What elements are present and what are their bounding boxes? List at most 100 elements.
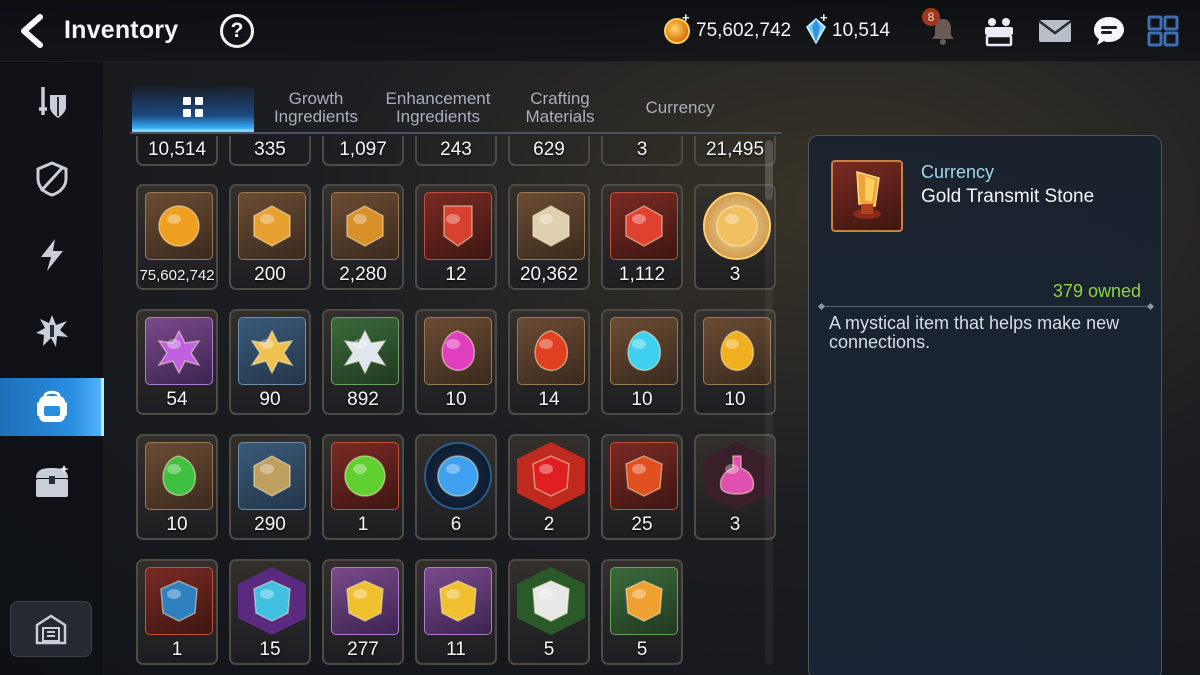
inventory-item[interactable]: 10 [415, 309, 497, 415]
item-count: 2 [543, 514, 555, 535]
back-arrow-icon [21, 14, 43, 48]
party-button[interactable] [980, 12, 1018, 50]
item-owned-count: 379 owned [1052, 281, 1141, 301]
item-frame [703, 442, 771, 510]
sidebar-item-chest[interactable] [0, 454, 104, 512]
chat-button[interactable] [1090, 12, 1128, 50]
inventory-item[interactable]: 2,280 [322, 184, 404, 290]
equipment-icon [39, 87, 66, 118]
inventory-item[interactable]: 277 [322, 559, 404, 665]
item-shape [439, 580, 477, 622]
inventory-item[interactable]: 54 [136, 309, 218, 415]
item-count: 90 [259, 389, 281, 410]
inventory-item[interactable]: 3 [694, 184, 776, 290]
item-shape [158, 205, 200, 247]
inventory-item[interactable]: 290 [229, 434, 311, 540]
item-count: 6 [450, 514, 462, 535]
main-menu-button[interactable] [1144, 12, 1182, 50]
item-highlight [260, 339, 274, 349]
inventory-item[interactable]: 75,602,742 [136, 184, 218, 290]
mail-button[interactable] [1036, 12, 1074, 50]
inventory-item[interactable]: 892 [322, 309, 404, 415]
inventory-item[interactable]: 11 [415, 559, 497, 665]
partial-item-cell[interactable] [229, 136, 311, 166]
gold-amount: 75,602,742 [696, 20, 792, 41]
tab-currency[interactable]: Currency [630, 84, 730, 132]
item-count: 5 [543, 639, 555, 660]
circuit-orb-icon [437, 455, 479, 497]
item-frame [424, 192, 492, 260]
inventory-item[interactable]: 10 [694, 309, 776, 415]
sidebar-item-special[interactable] [0, 302, 104, 360]
tab-enhancement-line2: Ingredients [395, 107, 481, 126]
sidebar-item-catalyst[interactable] [0, 226, 104, 284]
item-count: 25 [631, 514, 653, 535]
inventory-item[interactable]: 10 [136, 434, 218, 540]
partial-item-cell[interactable] [136, 136, 218, 166]
chest-icon [36, 465, 69, 497]
item-frame [238, 567, 306, 635]
item-count: 892 [347, 389, 379, 410]
blue-hammer-stone-icon [160, 580, 198, 622]
inventory-item[interactable]: 200 [229, 184, 311, 290]
item-shape [253, 205, 291, 247]
inventory-item[interactable]: 1 [136, 559, 218, 665]
inventory-item[interactable]: 2 [508, 434, 590, 540]
inventory-item[interactable]: 1 [322, 434, 404, 540]
inventory-item[interactable]: 25 [601, 434, 683, 540]
grid-scroll-thumb[interactable] [765, 140, 773, 200]
partial-item-cell[interactable] [508, 136, 590, 166]
add-gold-icon[interactable]: + [682, 10, 690, 25]
potion-icon [719, 455, 755, 495]
storage-button[interactable] [10, 601, 92, 657]
item-shape [534, 330, 569, 371]
item-highlight [725, 339, 739, 349]
inventory-item[interactable]: 20,362 [508, 184, 590, 290]
inventory-item[interactable]: 1,112 [601, 184, 683, 290]
fist-emblem-icon [346, 205, 384, 247]
item-frame [145, 442, 213, 510]
add-crystal-icon[interactable]: + [820, 10, 828, 25]
party-icon [985, 18, 1013, 47]
tab-currency-label: Currency [645, 98, 715, 117]
back-button[interactable] [18, 14, 50, 48]
partial-item-cell[interactable] [601, 136, 683, 166]
inventory-item[interactable]: 5 [508, 559, 590, 665]
sidebar-item-equipment[interactable] [0, 74, 104, 132]
tab-growth-ingredients[interactable]: Growth Ingredients [260, 84, 372, 132]
tab-crafting-materials[interactable]: Crafting Materials [510, 84, 610, 132]
inventory-item[interactable]: 14 [508, 309, 590, 415]
tab-all[interactable] [132, 84, 254, 132]
gold-currency[interactable]: + 75,602,742 [664, 10, 792, 46]
mail-icon [1038, 20, 1072, 42]
item-detail-panel: Currency Gold Transmit Stone 379 owned A… [808, 135, 1162, 675]
item-frame [517, 192, 585, 260]
tab-enhancement-ingredients[interactable]: Enhancement Ingredients [378, 84, 498, 132]
partial-item-cell[interactable] [415, 136, 497, 166]
inventory-item[interactable]: 15 [229, 559, 311, 665]
help-button[interactable]: ? [220, 14, 254, 48]
sidebar-item-artifact[interactable] [0, 150, 104, 208]
top-bar: Inventory ? + 75,602,742 + 10,514 8 [0, 0, 1200, 62]
item-highlight [167, 339, 181, 349]
inventory-item[interactable]: 3 [694, 434, 776, 540]
crystal-currency[interactable]: + 10,514 [806, 10, 890, 46]
item-highlight [632, 464, 646, 474]
inventory-item[interactable]: 12 [415, 184, 497, 290]
item-shape [720, 330, 755, 371]
inventory-item[interactable]: 6 [415, 434, 497, 540]
inventory-item[interactable]: 10 [601, 309, 683, 415]
storage-icon [35, 614, 67, 645]
item-highlight [167, 214, 181, 224]
grid-scrollbar[interactable] [765, 140, 773, 665]
notifications-button[interactable]: 8 [922, 8, 962, 50]
inventory-item[interactable]: 5 [601, 559, 683, 665]
partial-item-cell[interactable] [322, 136, 404, 166]
item-shape [716, 205, 758, 247]
item-shape [443, 205, 473, 247]
partial-item-cell[interactable] [694, 136, 776, 166]
item-highlight [167, 589, 181, 599]
inventory-item[interactable]: 90 [229, 309, 311, 415]
sidebar-item-inventory[interactable] [0, 378, 104, 436]
item-frame [424, 567, 492, 635]
